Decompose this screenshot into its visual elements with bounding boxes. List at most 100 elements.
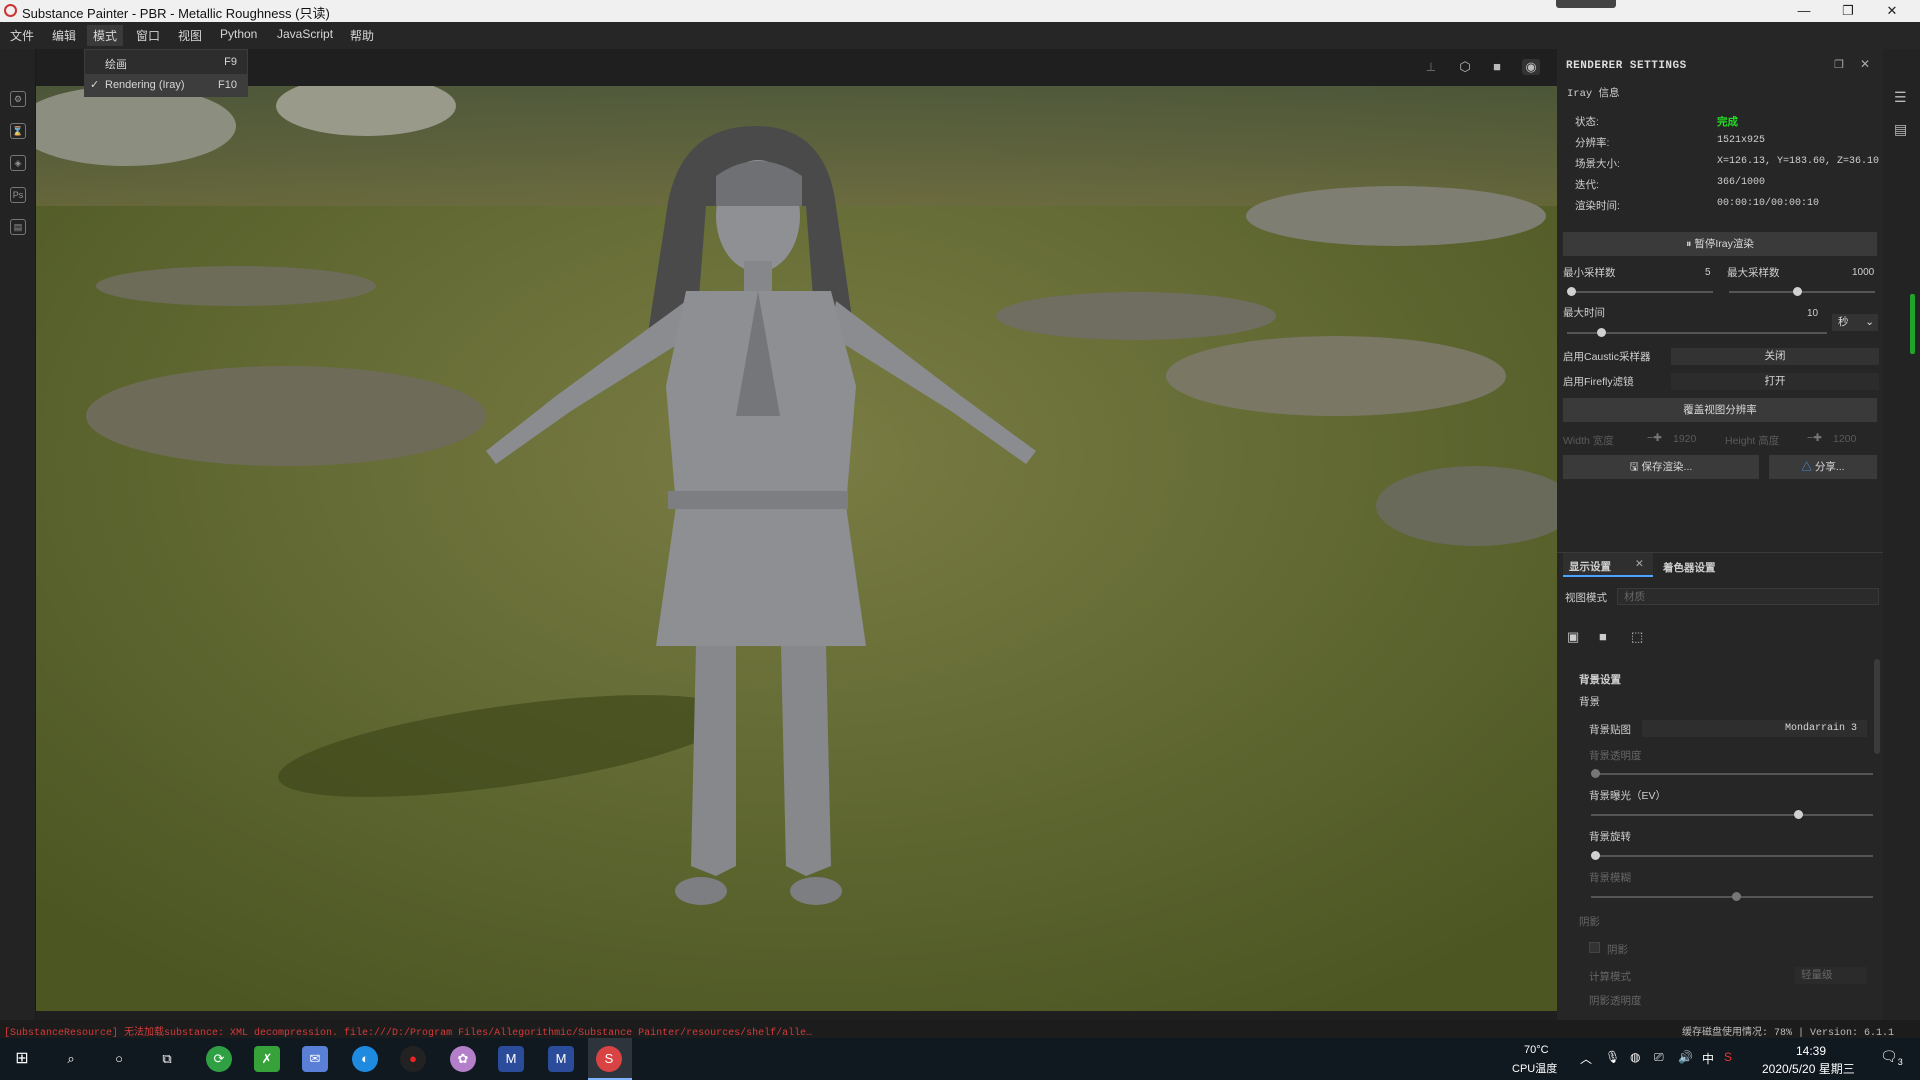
hourglass-icon[interactable]: ⌛ — [10, 123, 26, 139]
close-tab-icon[interactable]: ✕ — [1635, 558, 1644, 570]
calc-mode-label: 计算模式 — [1589, 971, 1631, 983]
symmetry-icon[interactable]: ⟂ — [1422, 59, 1440, 75]
max-samples-slider[interactable] — [1729, 287, 1875, 296]
render-viewport[interactable] — [36, 86, 1557, 1011]
tray-app-icon[interactable]: ◍ — [1630, 1050, 1640, 1064]
firefly-toggle[interactable]: 打开 — [1671, 373, 1879, 390]
menu-python[interactable]: Python — [220, 27, 257, 41]
camera-icon[interactable]: ■ — [1488, 59, 1506, 75]
bg-exposure-slider[interactable] — [1591, 810, 1873, 819]
info-iteration-label: 迭代: — [1575, 179, 1599, 191]
height-value[interactable]: 1200 — [1833, 433, 1856, 445]
sogou-icon[interactable]: S — [1724, 1050, 1732, 1064]
app-browser-icon[interactable]: ◐ — [352, 1046, 378, 1072]
clock-date[interactable]: 2020/5/20 星期三 — [1762, 1060, 1855, 1077]
frame-icon[interactable]: ⬚ — [1631, 629, 1643, 645]
app-flower-icon[interactable]: ✿ — [450, 1046, 476, 1072]
viewmode-select[interactable]: 材质 — [1617, 588, 1879, 605]
tab-display-settings[interactable]: 显示设置 ✕ — [1563, 553, 1653, 577]
time-unit-select[interactable]: 秒 ⌄ — [1832, 314, 1878, 331]
menu-window[interactable]: 窗口 — [136, 27, 160, 44]
override-resolution-button[interactable]: 覆盖视图分辨率 — [1563, 398, 1877, 422]
width-stepper-icon[interactable]: −✚ — [1647, 432, 1662, 444]
ime-icon[interactable]: 中 — [1702, 1050, 1714, 1067]
panel-scrollbar[interactable] — [1874, 659, 1880, 754]
image-icon[interactable]: ▣ — [1567, 629, 1579, 645]
bg-opacity-knob[interactable] — [1591, 769, 1600, 778]
menu-file[interactable]: 文件 — [10, 27, 34, 44]
network-icon[interactable]: ⎚ — [1654, 1050, 1664, 1065]
menu-mode[interactable]: 模式 — [87, 25, 124, 46]
bg-exposure-knob[interactable] — [1794, 810, 1803, 819]
tab-shader-settings[interactable]: 着色器设置 — [1663, 560, 1716, 575]
minimize-button[interactable]: — — [1782, 0, 1826, 22]
min-samples-knob[interactable] — [1567, 287, 1576, 296]
bg-rotation-knob[interactable] — [1591, 851, 1600, 860]
width-value[interactable]: 1920 — [1673, 433, 1696, 445]
app-mari2-icon[interactable]: M — [548, 1046, 574, 1072]
window-title: Substance Painter - PBR - Metallic Rough… — [22, 6, 330, 21]
share-button[interactable]: △ 分享... — [1769, 455, 1877, 479]
menu-item-rendering-shortcut: F10 — [218, 79, 237, 91]
max-time-slider[interactable] — [1567, 328, 1827, 337]
export-icon[interactable]: ▤ — [10, 219, 26, 235]
menu-help[interactable]: 帮助 — [350, 27, 374, 44]
volume-icon[interactable]: 🔊 — [1678, 1050, 1693, 1064]
bg-rotation-slider[interactable] — [1591, 851, 1873, 860]
video-camera-icon[interactable]: ■ — [1599, 629, 1607, 644]
ps-icon[interactable]: Ps — [10, 187, 26, 203]
notification-icon[interactable]: 🗨3 — [1880, 1048, 1903, 1067]
scene-render — [36, 86, 1557, 1011]
cpu-temp-label: CPU温度 — [1512, 1063, 1558, 1075]
cube-icon[interactable]: ⬡ — [1456, 59, 1474, 75]
save-render-button[interactable]: 🖫 保存渲染... — [1563, 455, 1759, 479]
app-x-icon[interactable]: ✗ — [254, 1046, 280, 1072]
chevron-down-icon: ⌄ — [1865, 316, 1874, 328]
title-bar: Substance Painter - PBR - Metallic Rough… — [0, 0, 1920, 22]
float-panel-icon[interactable]: ❐ — [1834, 58, 1844, 71]
close-panel-icon[interactable]: ✕ — [1860, 57, 1870, 71]
pause-iray-button[interactable]: ⏸ 暂停Iray渲染 — [1563, 232, 1877, 256]
bg-blur-knob[interactable] — [1732, 892, 1741, 901]
windows-start-icon[interactable]: ⊞ — [9, 1046, 35, 1072]
caustic-toggle[interactable]: 关闭 — [1671, 348, 1879, 365]
app-green-icon[interactable]: ⟳ — [206, 1046, 232, 1072]
tray-expand-icon[interactable]: ︿ — [1580, 1050, 1592, 1067]
microphone-icon[interactable]: 🎙 — [1605, 1050, 1620, 1064]
app-mail-icon[interactable]: ✉ — [302, 1046, 328, 1072]
title-drag-handle[interactable] — [1556, 0, 1616, 8]
menu-view[interactable]: 视图 — [178, 27, 202, 44]
max-time-value: 10 — [1807, 308, 1819, 319]
close-button[interactable]: ✕ — [1870, 0, 1914, 22]
layers-icon[interactable]: ☰ — [1894, 89, 1907, 106]
max-time-label: 最大时间 — [1563, 307, 1605, 319]
min-samples-slider[interactable] — [1567, 287, 1713, 296]
max-time-knob[interactable] — [1597, 328, 1606, 337]
bg-blur-slider[interactable] — [1591, 892, 1873, 901]
menu-javascript[interactable]: JavaScript — [277, 27, 333, 41]
properties-icon[interactable]: ▤ — [1894, 121, 1907, 138]
app-record-icon[interactable]: ● — [400, 1046, 426, 1072]
menu-item-paint-label: 绘画 — [105, 59, 127, 71]
gear-icon[interactable]: ⚙ — [10, 91, 26, 107]
cortana-icon[interactable]: ○ — [106, 1046, 132, 1072]
calc-mode-select[interactable]: 轻量级 — [1795, 967, 1867, 984]
maximize-button[interactable]: ❐ — [1826, 0, 1870, 22]
search-icon[interactable]: ⌕ — [58, 1046, 84, 1072]
bg-map-label: 背景贴图 — [1589, 724, 1631, 736]
left-toolbar: ⚙ ⌛ ◈ Ps ▤ — [0, 49, 36, 1029]
layer-icon[interactable]: ◈ — [10, 155, 26, 171]
menu-edit[interactable]: 编辑 — [52, 27, 76, 44]
bg-map-select[interactable]: Mondarrain 3 — [1642, 720, 1867, 737]
right-scrollbar[interactable] — [1910, 294, 1915, 354]
height-stepper-icon[interactable]: −✚ — [1807, 432, 1822, 444]
app-mari-icon[interactable]: M — [498, 1046, 524, 1072]
screenshot-icon[interactable]: ◉ — [1522, 59, 1540, 75]
max-samples-knob[interactable] — [1793, 287, 1802, 296]
bg-opacity-slider[interactable] — [1591, 769, 1873, 778]
task-view-icon[interactable]: ⧉ — [154, 1046, 180, 1072]
clock-time[interactable]: 14:39 — [1796, 1044, 1826, 1058]
menu-item-rendering-iray[interactable]: ✓ Rendering (Iray) F10 — [85, 74, 247, 96]
shadow-checkbox[interactable] — [1589, 942, 1600, 953]
menu-item-paint[interactable]: 绘画 F9 — [85, 51, 247, 73]
